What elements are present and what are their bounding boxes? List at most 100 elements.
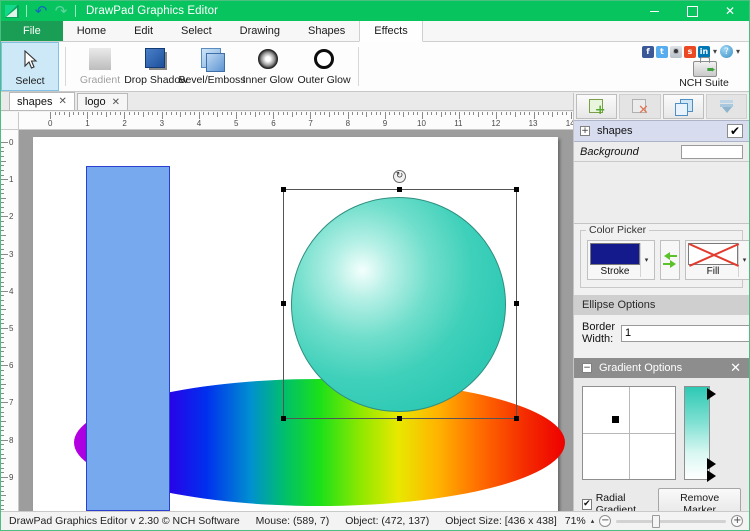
maximize-button[interactable] [673, 1, 711, 21]
gradient-options-close-icon[interactable]: ✕ [730, 361, 741, 376]
gradient-marker-end[interactable] [707, 470, 716, 482]
ruler-tick-major [50, 112, 51, 119]
background-color-swatch[interactable] [681, 145, 743, 159]
selection-handle-se[interactable] [514, 416, 519, 421]
stroke-color-swatch[interactable] [590, 243, 640, 265]
ruler-tick-minor [1, 491, 4, 492]
document-tab-shapes[interactable]: shapes ✕ [9, 92, 75, 110]
menu-tab-edit[interactable]: Edit [120, 21, 167, 41]
stroke-dropdown-caret[interactable]: ▾ [640, 243, 652, 277]
ruler-tick-minor [64, 112, 65, 115]
gradient-marker-bottom[interactable] [707, 458, 716, 470]
ruler-tick-minor [283, 112, 284, 115]
ruler-label: 0 [9, 138, 13, 147]
menu-tab-file[interactable]: File [1, 21, 63, 41]
close-button[interactable]: ✕ [711, 1, 749, 21]
ruler-label: 6 [271, 119, 275, 128]
nch-suite-button[interactable]: ➨ NCH Suite [673, 57, 735, 89]
zoom-menu-caret[interactable]: ▴ [591, 517, 595, 525]
ruler-tick-minor [324, 112, 325, 115]
selection-handle-nw[interactable] [281, 187, 286, 192]
zoom-control[interactable]: 71% ▴ − + [565, 515, 750, 527]
ribbon-button-select[interactable]: Select [1, 42, 59, 91]
selection-bounding-box[interactable]: ↻ [283, 189, 517, 419]
close-icon[interactable]: ✕ [58, 96, 66, 107]
merge-layers-button[interactable] [706, 94, 747, 119]
ruler-label: 11 [454, 119, 462, 128]
ruler-tick-minor [1, 249, 4, 250]
zoom-in-button[interactable]: + [731, 515, 743, 527]
rotate-handle-icon[interactable]: ↻ [393, 170, 406, 183]
canvas-page[interactable]: ↻ [33, 137, 558, 511]
duplicate-layer-button[interactable] [663, 94, 704, 119]
redo-arrow-icon[interactable]: ↷ [54, 4, 68, 18]
ruler-tick-minor [92, 112, 93, 115]
vertical-ruler[interactable]: 012345678910 [1, 130, 19, 511]
selection-handle-w[interactable] [281, 301, 286, 306]
ruler-label: 6 [9, 361, 13, 370]
fill-color-swatch[interactable] [688, 243, 738, 265]
swap-colors-icon[interactable] [660, 240, 680, 280]
layer-row-shapes[interactable]: + shapes ✔ [574, 120, 749, 142]
fill-color-control[interactable]: Fill ▾ [685, 240, 750, 280]
digg-icon[interactable]: ✹ [670, 46, 682, 58]
border-width-stepper[interactable]: ▲ ▼ [621, 325, 750, 342]
zoom-out-button[interactable]: − [599, 515, 611, 527]
document-tab-logo[interactable]: logo ✕ [77, 93, 128, 110]
ruler-label: 9 [383, 119, 387, 128]
fill-dropdown-caret[interactable]: ▾ [738, 243, 750, 277]
ribbon-button-bevel-emboss[interactable]: Bevel/Emboss [184, 42, 240, 91]
twitter-icon[interactable]: t [656, 46, 668, 58]
ruler-tick-minor [394, 112, 395, 115]
expand-icon[interactable]: + [580, 126, 590, 136]
minimize-button[interactable] [635, 1, 673, 21]
shape-rectangle-blue[interactable] [86, 166, 170, 511]
help-dropdown-caret[interactable]: ▾ [736, 47, 740, 56]
undo-arrow-icon[interactable]: ↶ [34, 4, 48, 18]
ribbon-button-outer-glow[interactable]: Outer Glow [296, 42, 352, 91]
menu-tab-effects[interactable]: Effects [359, 21, 422, 42]
stumbleupon-icon[interactable]: ѕ [684, 46, 696, 58]
gradient-center-marker[interactable] [612, 416, 619, 423]
gradient-ramp[interactable] [684, 386, 722, 480]
facebook-icon[interactable]: f [642, 46, 654, 58]
stroke-color-control[interactable]: Stroke ▾ [587, 240, 655, 280]
selection-handle-sw[interactable] [281, 416, 286, 421]
menu-tab-select[interactable]: Select [167, 21, 226, 41]
add-layer-button[interactable]: + [576, 94, 617, 119]
selection-handle-ne[interactable] [514, 187, 519, 192]
selection-handle-n[interactable] [397, 187, 402, 192]
ribbon-button-drop-shadow[interactable]: Drop Shadow [128, 42, 184, 91]
window-controls: ✕ [635, 1, 749, 21]
ribbon-button-inner-glow[interactable]: Inner Glow [240, 42, 296, 91]
zoom-slider[interactable] [616, 520, 726, 523]
ruler-tick-minor [548, 112, 549, 115]
gradient-position-grid[interactable] [582, 386, 676, 480]
ruler-label: 8 [9, 436, 13, 445]
zoom-slider-thumb[interactable] [652, 515, 660, 528]
menu-tab-shapes[interactable]: Shapes [294, 21, 359, 41]
layer-visibility-checkbox[interactable]: ✔ [727, 124, 743, 138]
collapse-icon[interactable]: − [582, 363, 592, 373]
menu-tab-drawing[interactable]: Drawing [226, 21, 294, 41]
ribbon-button-gradient[interactable]: Gradient [72, 42, 128, 91]
delete-layer-button[interactable]: ✕ [619, 94, 660, 119]
ruler-tick-minor [529, 112, 530, 115]
selection-handle-e[interactable] [514, 301, 519, 306]
gradient-options-body: ✔ Radial Gradient Remove Marker [574, 378, 749, 528]
duplicate-layer-icon [675, 99, 691, 114]
ruler-tick-minor [408, 112, 409, 115]
close-icon[interactable]: ✕ [112, 97, 120, 108]
selection-handle-s[interactable] [397, 416, 402, 421]
linkedin-icon[interactable]: in [698, 46, 710, 58]
gradient-marker-top[interactable] [707, 388, 716, 400]
social-dropdown-caret[interactable]: ▾ [713, 47, 717, 56]
radial-gradient-checkbox[interactable]: ✔ [582, 499, 592, 510]
horizontal-ruler[interactable]: 01234567891011121314 [19, 112, 573, 130]
ruler-tick-minor [515, 112, 516, 117]
border-width-input[interactable] [622, 326, 750, 341]
ruler-tick-minor [524, 112, 525, 115]
background-row[interactable]: Background [574, 142, 749, 162]
menu-tab-home[interactable]: Home [63, 21, 120, 41]
canvas-area[interactable]: ↻ [19, 130, 573, 511]
